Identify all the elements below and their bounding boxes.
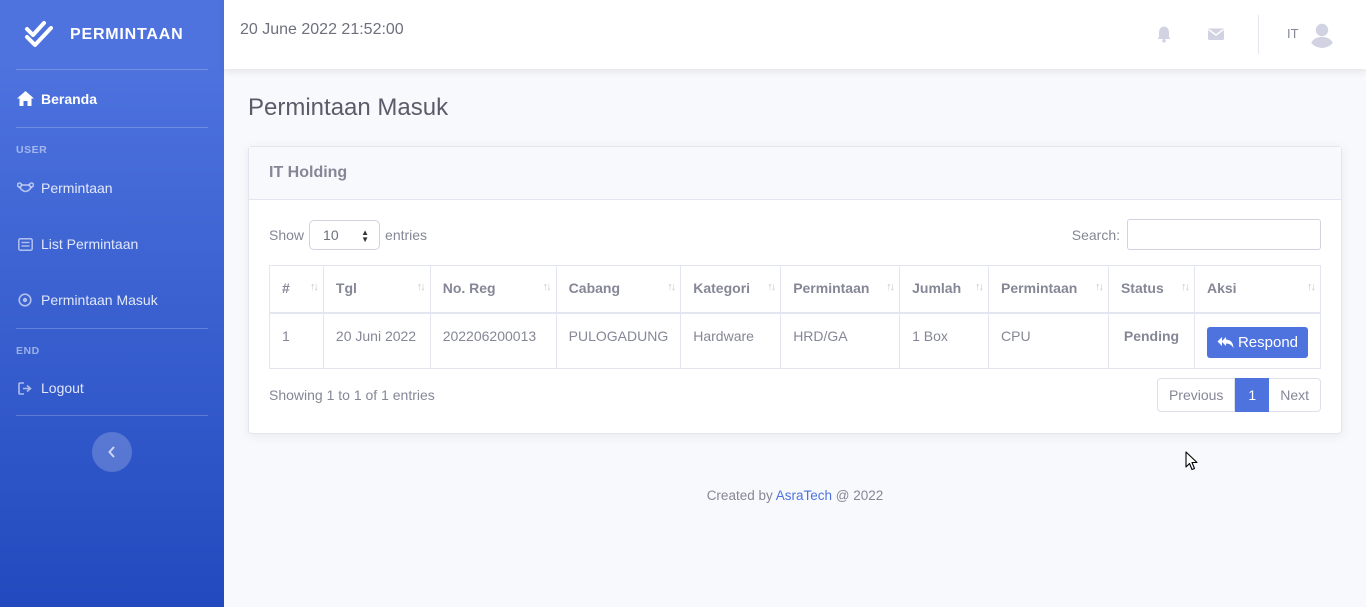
entries-select[interactable]: 10 ▲ ▼ <box>309 220 381 250</box>
sidebar: PERMINTAAN Beranda USER Permintaan List … <box>0 0 224 607</box>
search-input[interactable] <box>1127 219 1321 250</box>
respond-button-label: Respond <box>1237 333 1299 351</box>
sort-icon: ↑↓ <box>416 281 426 293</box>
column-header-kategori[interactable]: Kategori ↑↓ <box>680 265 782 314</box>
circle-dot-icon <box>16 292 34 308</box>
reply-all-icon <box>1217 336 1234 348</box>
cell-permintaan-2: CPU <box>988 312 1109 369</box>
sidebar-item-label: List Permintaan <box>41 236 139 252</box>
sort-icon: ↑↓ <box>309 281 319 293</box>
page-title: Permintaan Masuk <box>248 94 449 121</box>
column-header-tgl[interactable]: Tgl ↑↓ <box>322 265 431 314</box>
search-label: Search: <box>1071 226 1120 243</box>
select-arrows-icon: ▲ ▼ <box>361 228 370 244</box>
column-header-permintaan[interactable]: Permintaan ↑↓ <box>780 265 901 314</box>
footer-link[interactable]: AsraTech <box>776 488 832 503</box>
pagination-page-1[interactable]: 1 <box>1235 378 1270 412</box>
column-header-permintaan-2[interactable]: Permintaan ↑↓ <box>988 265 1109 314</box>
search-control: Search: <box>1072 219 1321 250</box>
sidebar-toggle-button[interactable] <box>92 432 132 472</box>
sign-out-icon <box>16 380 34 396</box>
cell-permintaan: HRD/GA <box>780 312 901 369</box>
route-icon <box>16 180 34 196</box>
sort-icon: ↑↓ <box>1307 281 1316 293</box>
pagination: Previous 1 Next <box>1156 378 1321 412</box>
table-header-row: # ↑↓ Tgl ↑↓ No. Reg ↑↓ Cabang ↑↓ Kategori ↑↓ … <box>269 265 1321 314</box>
sort-icon: ↑↓ <box>667 281 676 293</box>
table-row: 1 20 Juni 2022 202206200013 PULOGADUNG H… <box>269 312 1321 369</box>
entries-length-control: Show 10 ▲ ▼ entries <box>269 220 427 250</box>
pagination-previous[interactable]: Previous <box>1156 378 1236 412</box>
sort-icon: ↑↓ <box>886 281 895 293</box>
sort-icon: ↑↓ <box>542 281 552 293</box>
cell-kategori: Hardware <box>680 312 782 369</box>
chevron-left-icon <box>108 446 115 458</box>
footer-prefix: Created by <box>706 488 773 503</box>
user-name[interactable]: IT <box>1287 26 1299 41</box>
requests-table: # ↑↓ Tgl ↑↓ No. Reg ↑↓ Cabang ↑↓ Kategori ↑↓ … <box>269 265 1321 369</box>
sort-icon: ↑↓ <box>975 281 984 293</box>
cell-noreg: 202206200013 <box>429 312 557 369</box>
sidebar-item-label: Logout <box>41 380 84 396</box>
sidebar-item-label: Permintaan Masuk <box>41 292 158 308</box>
sort-icon: ↑↓ <box>1094 281 1104 293</box>
column-header-noreg[interactable]: No. Reg ↑↓ <box>429 265 557 314</box>
user-avatar-icon[interactable] <box>1308 20 1336 48</box>
requests-card: IT Holding Show 10 ▲ ▼ entries Search: # ↑… <box>248 146 1342 434</box>
footer: Created by AsraTech @ 2022 <box>224 488 1366 503</box>
topbar-divider <box>1258 15 1259 54</box>
column-header-cabang[interactable]: Cabang ↑↓ <box>555 265 682 314</box>
entries-select-value: 10 <box>323 227 339 243</box>
cell-status: Pending <box>1107 312 1196 369</box>
sidebar-item-list-permintaan[interactable]: List Permintaan <box>0 216 224 272</box>
entries-label: entries <box>385 227 428 243</box>
card-header: IT Holding <box>249 147 1341 200</box>
cell-cabang: PULOGADUNG <box>555 312 682 369</box>
footer-suffix: @ 2022 <box>835 488 884 503</box>
sort-icon: ↑↓ <box>1181 281 1190 293</box>
bell-icon[interactable] <box>1155 25 1173 43</box>
mouse-cursor-icon <box>1185 451 1198 471</box>
pagination-next[interactable]: Next <box>1269 378 1321 412</box>
home-icon <box>16 91 34 107</box>
sidebar-heading-end: END <box>16 345 40 357</box>
sidebar-brand[interactable]: PERMINTAAN <box>0 0 224 69</box>
cell-jumlah: 1 Box <box>899 312 990 369</box>
envelope-icon[interactable] <box>1207 25 1225 43</box>
respond-button[interactable]: Respond <box>1207 326 1308 358</box>
column-header-status[interactable]: Status ↑↓ <box>1107 265 1196 314</box>
table-info: Showing 1 to 1 of 1 entries <box>269 387 435 403</box>
column-header-aksi[interactable]: Aksi ↑↓ <box>1194 265 1321 314</box>
sidebar-item-label: Permintaan <box>41 180 113 196</box>
show-label: Show <box>269 227 305 243</box>
sidebar-item-permintaan[interactable]: Permintaan <box>0 160 224 216</box>
sidebar-item-logout[interactable]: Logout <box>0 361 224 415</box>
cell-tgl: 20 Juni 2022 <box>322 312 431 369</box>
column-header-jumlah[interactable]: Jumlah ↑↓ <box>899 265 990 314</box>
list-icon <box>16 236 34 252</box>
sidebar-item-beranda[interactable]: Beranda <box>0 70 224 127</box>
sort-icon: ↑↓ <box>767 281 776 293</box>
brand-title: PERMINTAAN <box>70 25 184 43</box>
sidebar-heading-user: USER <box>16 144 48 156</box>
sidebar-divider <box>16 415 208 416</box>
double-check-icon <box>25 20 53 47</box>
cell-aksi: Respond <box>1194 312 1321 369</box>
sidebar-item-permintaan-masuk[interactable]: Permintaan Masuk <box>0 272 224 328</box>
sidebar-item-label: Beranda <box>41 90 98 107</box>
current-datetime: 20 June 2022 21:52:00 <box>240 21 404 38</box>
topbar: 20 June 2022 21:52:00 IT <box>224 0 1366 69</box>
column-header-no[interactable]: # ↑↓ <box>269 265 324 314</box>
cell-no: 1 <box>269 312 324 369</box>
